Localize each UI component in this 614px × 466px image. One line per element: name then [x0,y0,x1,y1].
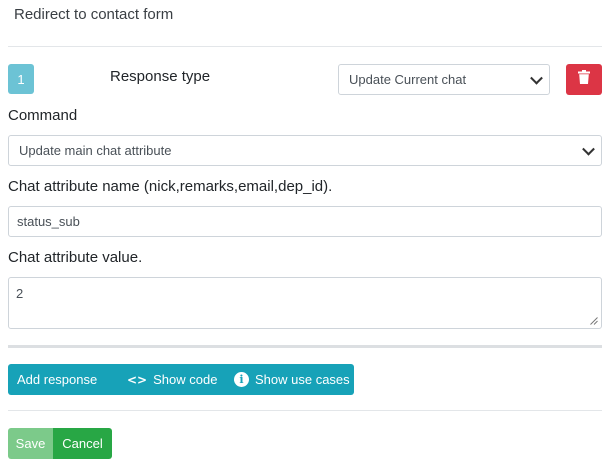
resize-grip-icon[interactable] [590,317,598,325]
response-type-value: Update Current chat [349,72,467,87]
chevron-down-icon [582,142,595,156]
show-code-label: Show code [153,372,218,387]
response-toolbar: Add response <> Show code i Show use cas… [8,364,354,395]
response-index-badge: 1 [8,64,34,94]
attr-value-label: Chat attribute value. [8,249,143,266]
code-icon: <> [127,372,148,387]
show-use-cases-button[interactable]: i Show use cases [225,364,350,395]
trash-icon [578,70,590,89]
attr-name-label: Chat attribute name (nick,remarks,email,… [8,178,333,195]
attr-value-textarea[interactable]: 2 [8,277,602,329]
delete-response-button[interactable] [566,64,602,95]
response-type-select[interactable]: Update Current chat [338,64,550,95]
save-button[interactable]: Save [8,428,53,459]
divider [8,46,602,47]
command-value: Update main chat attribute [19,143,172,158]
divider [8,410,602,411]
command-select[interactable]: Update main chat attribute [8,135,602,166]
section-divider [8,345,602,348]
cancel-button[interactable]: Cancel [53,428,112,459]
add-response-button[interactable]: Add response [8,364,121,395]
chevron-down-icon [530,71,543,85]
attr-value-text: 2 [16,286,24,301]
attr-name-input[interactable]: status_sub [8,206,602,237]
add-response-label: Add response [17,372,98,387]
response-type-label: Response type [110,68,211,85]
page-title: Redirect to contact form [14,6,174,23]
show-use-cases-label: Show use cases [255,372,350,387]
info-icon: i [234,372,249,387]
command-label: Command [8,107,78,124]
show-code-button[interactable]: <> Show code [121,364,225,395]
